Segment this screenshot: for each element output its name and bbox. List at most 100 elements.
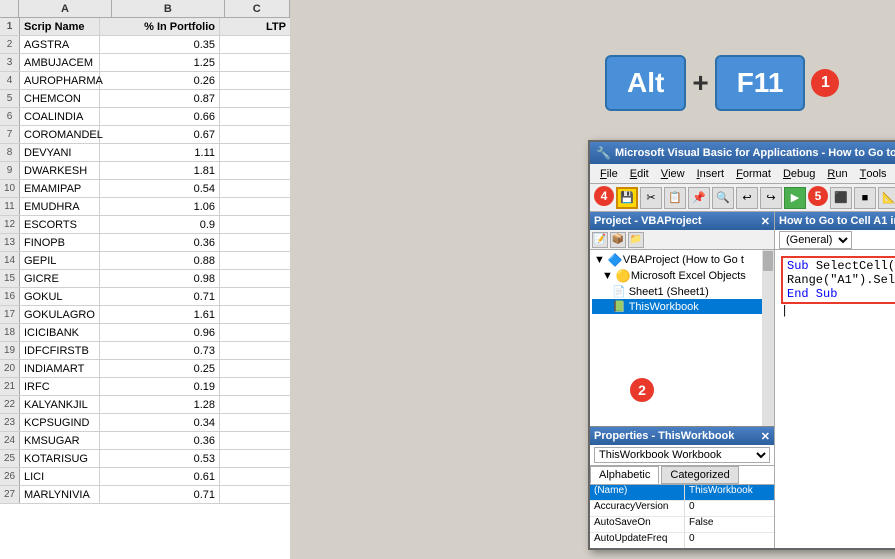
cell-ltp[interactable] <box>220 288 290 305</box>
cell-scrip-name[interactable]: IDFCFIRSTB <box>20 342 100 359</box>
cell-ltp[interactable] <box>220 342 290 359</box>
cell-pct[interactable]: 0.35 <box>100 36 220 53</box>
project-close-btn[interactable]: ✕ <box>761 215 770 228</box>
cell-scrip-name[interactable]: EMUDHRA <box>20 198 100 215</box>
cell-pct[interactable]: 0.71 <box>100 486 220 503</box>
cell-pct[interactable]: 0.25 <box>100 360 220 377</box>
cell-scrip-name[interactable]: FINOPB <box>20 234 100 251</box>
cell-pct[interactable]: 0.61 <box>100 468 220 485</box>
cell-ltp[interactable] <box>220 144 290 161</box>
code-general-select[interactable]: (General) <box>779 231 852 249</box>
cell-pct[interactable]: 0.34 <box>100 414 220 431</box>
cell-scrip-name[interactable]: AGSTRA <box>20 36 100 53</box>
cell-scrip-name[interactable]: GICRE <box>20 270 100 287</box>
col-header-b[interactable]: B <box>112 0 224 17</box>
project-scrollbar[interactable] <box>762 250 774 426</box>
cell-scrip-name[interactable]: COROMANDEL <box>20 126 100 143</box>
menu-view[interactable]: View <box>655 164 691 183</box>
toolbar-reset-btn[interactable]: ■ <box>854 187 876 209</box>
cell-pct[interactable]: 0.54 <box>100 180 220 197</box>
cell-scrip-name[interactable]: CHEMCON <box>20 90 100 107</box>
toolbar-break-btn[interactable]: ⬛ <box>830 187 852 209</box>
cell-pct[interactable]: 1.61 <box>100 306 220 323</box>
cell-scrip-name[interactable]: INDIAMART <box>20 360 100 377</box>
cell-scrip-name[interactable]: KALYANKJIL <box>20 396 100 413</box>
tree-thisworkbook[interactable]: 📗 ThisWorkbook <box>592 299 772 314</box>
cell-pct[interactable]: 0.36 <box>100 234 220 251</box>
properties-object-select[interactable]: ThisWorkbook Workbook <box>594 447 770 463</box>
props-row[interactable]: (Name) ThisWorkbook <box>590 485 774 501</box>
props-tab-categorized[interactable]: Categorized <box>661 466 738 484</box>
props-row[interactable]: AutoSaveOn False <box>590 517 774 533</box>
tree-vbaproject[interactable]: ▼ 🔷 VBAProject (How to Go t <box>592 252 772 268</box>
cell-scrip-name[interactable]: LICI <box>20 468 100 485</box>
cell-pct[interactable]: 1.11 <box>100 144 220 161</box>
header-ltp[interactable]: LTP <box>220 18 290 35</box>
cell-ltp[interactable] <box>220 54 290 71</box>
tree-sheet1[interactable]: 📄 Sheet1 (Sheet1) <box>592 284 772 299</box>
cell-scrip-name[interactable]: COALINDIA <box>20 108 100 125</box>
menu-edit[interactable]: Edit <box>624 164 655 183</box>
tree-excel-objects[interactable]: ▼ 🟡 Microsoft Excel Objects <box>592 268 772 284</box>
cell-pct[interactable]: 0.98 <box>100 270 220 287</box>
cell-ltp[interactable] <box>220 396 290 413</box>
toolbar-find-btn[interactable]: 🔍 <box>712 187 734 209</box>
cell-ltp[interactable] <box>220 216 290 233</box>
cell-pct[interactable]: 1.25 <box>100 54 220 71</box>
cell-pct[interactable]: 1.81 <box>100 162 220 179</box>
toolbar-design-btn[interactable]: 📐 <box>878 187 895 209</box>
cell-pct[interactable]: 0.9 <box>100 216 220 233</box>
cell-pct[interactable]: 0.96 <box>100 324 220 341</box>
cell-pct[interactable]: 0.36 <box>100 432 220 449</box>
props-row[interactable]: AutoUpdateFreq 0 <box>590 533 774 548</box>
cell-scrip-name[interactable]: ICICIBANK <box>20 324 100 341</box>
cell-ltp[interactable] <box>220 90 290 107</box>
menu-file[interactable]: File <box>594 164 624 183</box>
cell-scrip-name[interactable]: GOKUL <box>20 288 100 305</box>
cell-ltp[interactable] <box>220 72 290 89</box>
toolbar-undo-btn[interactable]: ↩ <box>736 187 758 209</box>
cell-pct[interactable]: 0.71 <box>100 288 220 305</box>
view-object-btn[interactable]: 📦 <box>610 232 626 248</box>
cell-scrip-name[interactable]: EMAMIPAP <box>20 180 100 197</box>
cell-scrip-name[interactable]: AMBUJACEM <box>20 54 100 71</box>
menu-debug[interactable]: Debug <box>777 164 821 183</box>
props-tab-alphabetic[interactable]: Alphabetic <box>590 466 659 484</box>
cell-scrip-name[interactable]: ESCORTS <box>20 216 100 233</box>
toolbar-save-btn[interactable]: 💾 <box>616 187 638 209</box>
cell-ltp[interactable] <box>220 36 290 53</box>
cell-ltp[interactable] <box>220 360 290 377</box>
toolbar-copy-btn[interactable]: 📋 <box>664 187 686 209</box>
cell-scrip-name[interactable]: GOKULAGRO <box>20 306 100 323</box>
menu-insert[interactable]: Insert <box>691 164 731 183</box>
cell-ltp[interactable] <box>220 270 290 287</box>
cell-pct[interactable]: 0.88 <box>100 252 220 269</box>
cell-pct[interactable]: 0.66 <box>100 108 220 125</box>
cell-pct[interactable]: 0.19 <box>100 378 220 395</box>
cell-ltp[interactable] <box>220 234 290 251</box>
cell-scrip-name[interactable]: AUROPHARMA <box>20 72 100 89</box>
cell-ltp[interactable] <box>220 162 290 179</box>
code-editor-area[interactable]: Sub SelectCell() Range("A1").Select End … <box>775 250 895 548</box>
cell-ltp[interactable] <box>220 198 290 215</box>
cell-scrip-name[interactable]: KCPSUGIND <box>20 414 100 431</box>
toolbar-redo-btn[interactable]: ↪ <box>760 187 782 209</box>
toolbar-run-btn[interactable]: ▶ <box>784 187 806 209</box>
cell-ltp[interactable] <box>220 108 290 125</box>
cell-ltp[interactable] <box>220 450 290 467</box>
cell-pct[interactable]: 0.26 <box>100 72 220 89</box>
toolbar-paste-btn[interactable]: 📌 <box>688 187 710 209</box>
col-header-a[interactable]: A <box>19 0 113 17</box>
menu-tools[interactable]: Tools <box>854 164 893 183</box>
col-header-c[interactable]: C <box>225 0 290 17</box>
cell-pct[interactable]: 1.28 <box>100 396 220 413</box>
cell-ltp[interactable] <box>220 378 290 395</box>
cell-ltp[interactable] <box>220 306 290 323</box>
toolbar-cut-btn[interactable]: ✂ <box>640 187 662 209</box>
cell-ltp[interactable] <box>220 252 290 269</box>
toggle-folders-btn[interactable]: 📁 <box>628 232 644 248</box>
cell-scrip-name[interactable]: KOTARISUG <box>20 450 100 467</box>
cell-pct[interactable]: 0.67 <box>100 126 220 143</box>
header-scrip-name[interactable]: Scrip Name <box>20 18 100 35</box>
menu-format[interactable]: Format <box>730 164 777 183</box>
